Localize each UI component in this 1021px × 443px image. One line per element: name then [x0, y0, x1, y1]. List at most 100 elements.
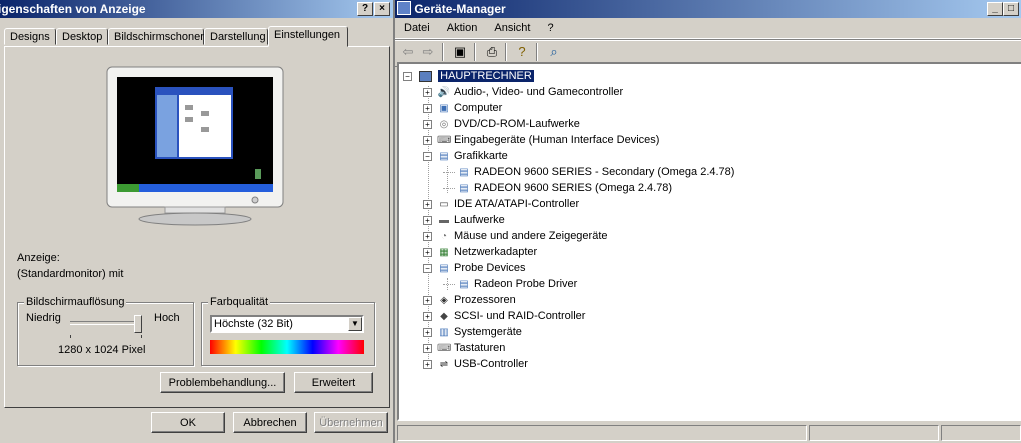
expand-toggle[interactable]: + — [423, 343, 432, 353]
expand-toggle[interactable]: + — [423, 87, 432, 97]
tree-item-label: USB-Controller — [454, 358, 528, 370]
expand-toggle[interactable]: + — [423, 135, 432, 145]
tree-item[interactable]: + ▭ IDE ATA/ATAPI-Controller — [423, 196, 579, 212]
tree-item[interactable]: + 🔊 Audio-, Video- und Gamecontroller — [423, 84, 623, 100]
tree-item-label: Mäuse und andere Zeigegeräte — [454, 230, 608, 242]
help-icon[interactable]: ? — [513, 44, 531, 60]
tree-item-label: RADEON 9600 SERIES (Omega 2.4.78) — [474, 182, 673, 194]
expand-toggle[interactable]: + — [423, 103, 432, 113]
tab-appearance[interactable]: Darstellung — [204, 28, 268, 45]
scan-icon[interactable]: ⌕ — [545, 44, 563, 60]
menu-bar: Datei Aktion Ansicht ? — [395, 18, 1021, 39]
tab-desktop[interactable]: Desktop — [56, 28, 108, 45]
monitor-icon: ▤ — [459, 278, 469, 290]
minimize-button[interactable]: _ — [987, 2, 1003, 16]
expand-toggle[interactable]: + — [423, 295, 432, 305]
display-properties-titlebar[interactable]: Eigenschaften von Anzeige ? × — [0, 0, 393, 18]
expand-toggle[interactable]: + — [423, 199, 432, 209]
tree-item[interactable]: − ▤ Grafikkarte — [423, 148, 508, 164]
menu-file[interactable]: Datei — [397, 18, 437, 38]
tree-item-label: Laufwerke — [454, 214, 505, 226]
chevron-down-icon[interactable]: ▼ — [348, 317, 362, 331]
tree-item[interactable]: + ◆ SCSI- und RAID-Controller — [423, 308, 585, 324]
device-tree: − HAUPTRECHNER + 🔊 Audio-, Video- und Game… — [397, 62, 1021, 421]
cancel-button[interactable]: Abbrechen — [233, 412, 307, 433]
status-bar — [395, 423, 1021, 443]
scsi-icon: ◆ — [440, 310, 448, 322]
toolbar-separator — [536, 43, 538, 61]
tree-item[interactable]: ▤ Radeon Probe Driver — [443, 276, 577, 292]
expand-toggle[interactable]: + — [423, 215, 432, 225]
device-manager-titlebar[interactable]: Geräte-Manager _ □ — [395, 0, 1021, 18]
color-quality-dropdown[interactable]: Höchste (32 Bit) ▼ — [210, 315, 364, 333]
tree-item[interactable]: ▤ RADEON 9600 SERIES (Omega 2.4.78) — [443, 180, 672, 196]
root-label: HAUPTRECHNER — [438, 70, 534, 82]
troubleshoot-button[interactable]: Problembehandlung... — [160, 372, 285, 393]
resolution-group-label: Bildschirmauflösung — [24, 296, 127, 308]
network-adapter-icon: ▦ — [439, 246, 449, 258]
color-quality-group-label: Farbqualität — [208, 296, 271, 308]
display-properties-window: Eigenschaften von Anzeige ? × Designs De… — [0, 0, 393, 443]
tree-item[interactable]: + ◔ Mäuse und andere Zeigegeräte — [423, 228, 608, 244]
advanced-button[interactable]: Erweitert — [294, 372, 373, 393]
slider-track — [70, 321, 142, 325]
tree-item-label: IDE ATA/ATAPI-Controller — [454, 198, 580, 210]
expand-toggle[interactable]: + — [423, 247, 432, 257]
collapse-toggle[interactable]: − — [423, 151, 432, 161]
display-adapter-icon: ▤ — [459, 182, 469, 194]
slider-thumb[interactable] — [134, 315, 142, 333]
monitor-preview — [105, 65, 285, 227]
tree-root[interactable]: − HAUPTRECHNER — [403, 68, 534, 84]
tree-item[interactable]: + ⇌ USB-Controller — [423, 356, 528, 372]
display-adapter-icon: ▤ — [459, 166, 469, 178]
menu-help[interactable]: ? — [541, 18, 561, 38]
tree-item-label: Systemgeräte — [454, 326, 522, 338]
window-title: Eigenschaften von Anzeige — [0, 2, 146, 16]
back-arrow-icon[interactable]: ⇦ — [399, 44, 417, 60]
print-icon[interactable]: ⎙ — [483, 44, 501, 60]
tree-item[interactable]: + ▣ Computer — [423, 100, 502, 116]
tree-item[interactable]: + ⌨ Tastaturen — [423, 340, 505, 356]
tree-item[interactable]: − ▤ Probe Devices — [423, 260, 526, 276]
slider-ticks — [70, 335, 142, 338]
tree-item[interactable]: + ▬ Laufwerke — [423, 212, 505, 228]
tree-item-label: Radeon Probe Driver — [474, 278, 578, 290]
tab-designs[interactable]: Designs — [4, 28, 56, 45]
collapse-toggle[interactable]: − — [403, 71, 412, 81]
tree-item[interactable]: + ◈ Prozessoren — [423, 292, 516, 308]
expand-toggle[interactable]: + — [423, 327, 432, 337]
tree-item[interactable]: + ⌨ Eingabegeräte (Human Interface Devices… — [423, 132, 659, 148]
tree-item-label: SCSI- und RAID-Controller — [454, 310, 586, 322]
tree-item[interactable]: + ▥ Systemgeräte — [423, 324, 522, 340]
tab-settings[interactable]: Einstellungen — [268, 26, 348, 47]
forward-arrow-icon[interactable]: ⇨ — [419, 44, 437, 60]
display-value: (Standardmonitor) mit — [17, 268, 124, 280]
help-button[interactable]: ? — [357, 2, 373, 16]
computer-icon: ▣ — [439, 102, 449, 114]
apply-button[interactable]: Übernehmen — [314, 412, 388, 433]
collapse-toggle[interactable]: − — [423, 263, 432, 273]
properties-icon[interactable]: ▣ — [451, 44, 469, 60]
tab-screensaver[interactable]: Bildschirmschoner — [108, 28, 204, 45]
expand-toggle[interactable]: + — [423, 231, 432, 241]
computer-icon — [419, 70, 433, 82]
tree-item[interactable]: + ▦ Netzwerkadapter — [423, 244, 537, 260]
device-manager-window: Geräte-Manager _ □ Datei Aktion Ansicht … — [393, 0, 1021, 443]
ok-button[interactable]: OK — [151, 412, 225, 433]
expand-toggle[interactable]: + — [423, 119, 432, 129]
expand-toggle[interactable]: + — [423, 359, 432, 369]
menu-action[interactable]: Aktion — [440, 18, 485, 38]
tree-item-label: Probe Devices — [454, 262, 526, 274]
tree-item-label: Computer — [454, 102, 503, 114]
menu-view[interactable]: Ansicht — [487, 18, 537, 38]
maximize-button[interactable]: □ — [1003, 2, 1019, 16]
keyboard-icon: ⌨ — [437, 342, 452, 354]
expand-toggle[interactable]: + — [423, 311, 432, 321]
settings-panel: Anzeige: (Standardmonitor) mit Bildschir… — [4, 46, 390, 408]
tree-item[interactable]: + ◎ DVD/CD-ROM-Laufwerke — [423, 116, 580, 132]
resolution-slider[interactable] — [70, 313, 142, 338]
tree-item[interactable]: ▤ RADEON 9600 SERIES - Secondary (Omega 2… — [443, 164, 734, 180]
close-button[interactable]: × — [374, 2, 390, 16]
toolbar-separator — [505, 43, 507, 61]
tree-connector — [443, 187, 455, 189]
